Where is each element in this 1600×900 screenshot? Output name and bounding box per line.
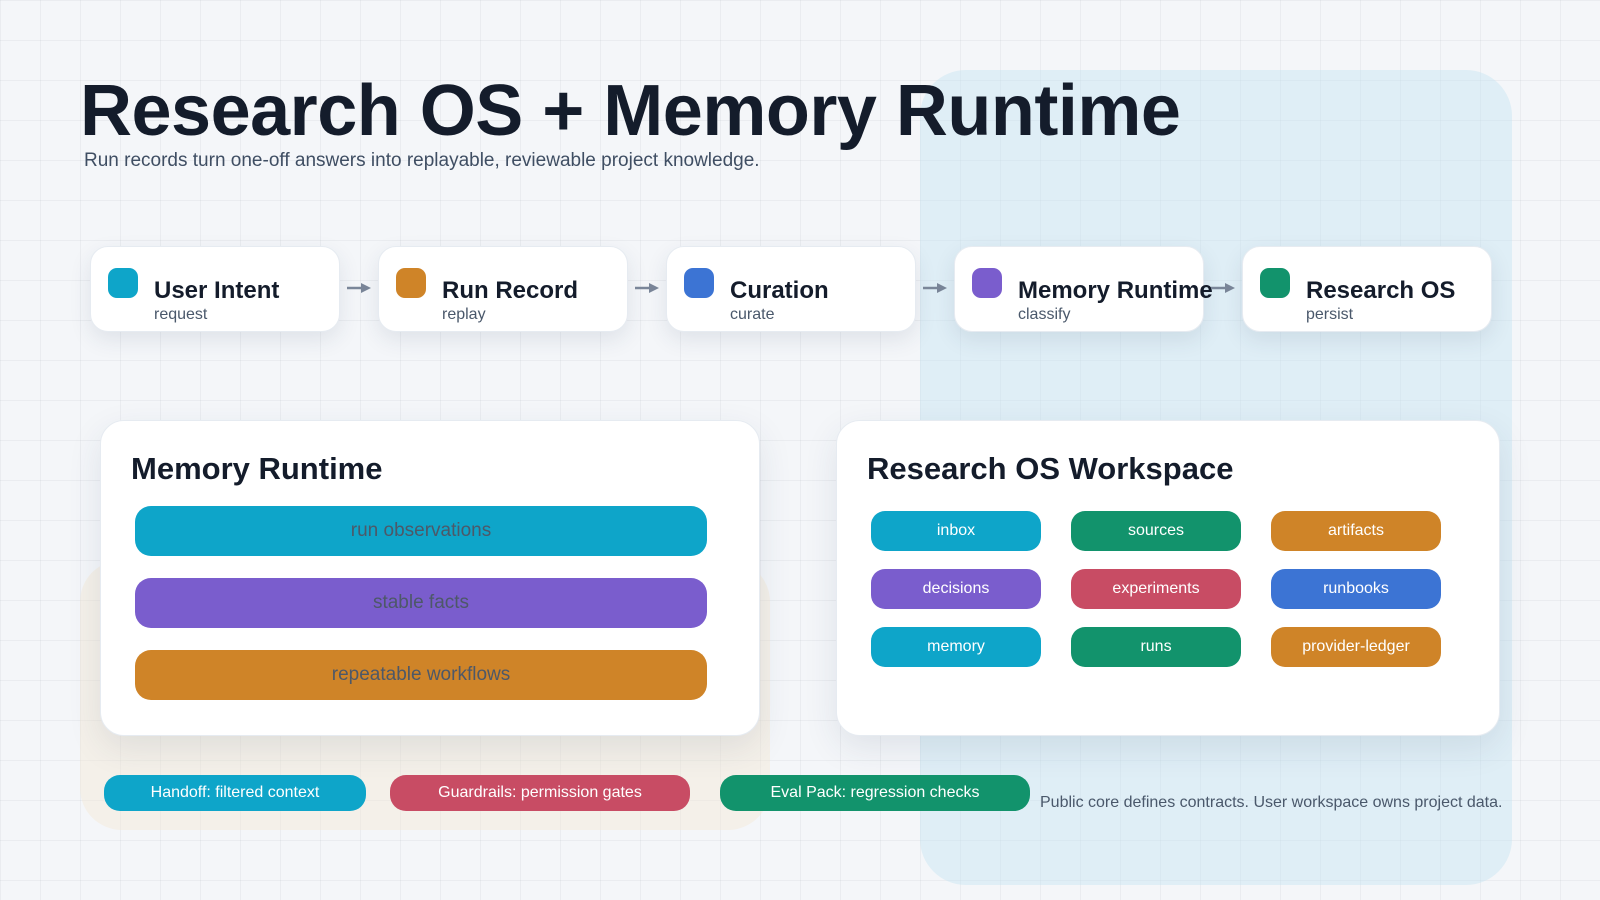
pill-handoff: Handoff: filtered context: [104, 775, 366, 811]
footnote: Public core defines contracts. User work…: [1040, 794, 1503, 811]
flow-node-subtitle: request: [154, 306, 208, 323]
flow-node-title: Curation: [730, 277, 829, 304]
workspace-chip-artifacts[interactable]: artifacts: [1271, 511, 1441, 551]
flow-arrow-icon: [635, 283, 659, 293]
workspace-chip-provider-ledger[interactable]: provider-ledger: [1271, 627, 1441, 667]
memory-bar-run-observations: run observations: [135, 506, 707, 556]
memory-panel-title: Memory Runtime: [131, 451, 383, 486]
page-subtitle: Run records turn one-off answers into re…: [84, 150, 760, 171]
memory-bar-repeatable-workflows: repeatable workflows: [135, 650, 707, 700]
flow-node-dot-icon: [684, 268, 714, 298]
flow-node-dot-icon: [396, 268, 426, 298]
workspace-chip-runs[interactable]: runs: [1071, 627, 1241, 667]
flow-node-subtitle: curate: [730, 306, 775, 323]
workspace-panel-title: Research OS Workspace: [867, 451, 1234, 486]
flow-node-title: Research OS: [1306, 277, 1456, 304]
flow-node-subtitle: classify: [1018, 306, 1071, 323]
flow-node-research-os: Research OS persist: [1242, 246, 1492, 332]
workspace-chip-memory[interactable]: memory: [871, 627, 1041, 667]
flow-arrow-icon: [923, 283, 947, 293]
workspace-chip-experiments[interactable]: experiments: [1071, 569, 1241, 609]
memory-bar-stable-facts: stable facts: [135, 578, 707, 628]
flow-node-title: User Intent: [154, 277, 280, 304]
memory-runtime-panel: Memory Runtime run observations stable f…: [100, 420, 760, 736]
flow-arrow-icon: [347, 283, 371, 293]
flow-node-subtitle: replay: [442, 306, 486, 323]
flow-node-dot-icon: [108, 268, 138, 298]
workspace-chip-inbox[interactable]: inbox: [871, 511, 1041, 551]
flow-arrow-icon: [1211, 283, 1235, 293]
flow-node-dot-icon: [1260, 268, 1290, 298]
flow-node-title: Memory Runtime: [1018, 277, 1213, 304]
workspace-chip-decisions[interactable]: decisions: [871, 569, 1041, 609]
pill-eval-pack: Eval Pack: regression checks: [720, 775, 1030, 811]
flow-node-run-record: Run Record replay: [378, 246, 628, 332]
flow-node-user-intent: User Intent request: [90, 246, 340, 332]
flow-node-memory-runtime: Memory Runtime classify: [954, 246, 1213, 332]
page-title: Research OS + Memory Runtime: [80, 71, 1181, 151]
flow-node-title: Run Record: [442, 277, 579, 304]
workspace-chip-sources[interactable]: sources: [1071, 511, 1241, 551]
flow-node-curation: Curation curate: [666, 246, 916, 332]
flow-node-subtitle: persist: [1306, 306, 1354, 323]
flow-node-dot-icon: [972, 268, 1002, 298]
research-os-workspace-panel: Research OS Workspace inbox sources arti…: [836, 420, 1500, 736]
pill-guardrails: Guardrails: permission gates: [390, 775, 690, 811]
workspace-chip-runbooks[interactable]: runbooks: [1271, 569, 1441, 609]
